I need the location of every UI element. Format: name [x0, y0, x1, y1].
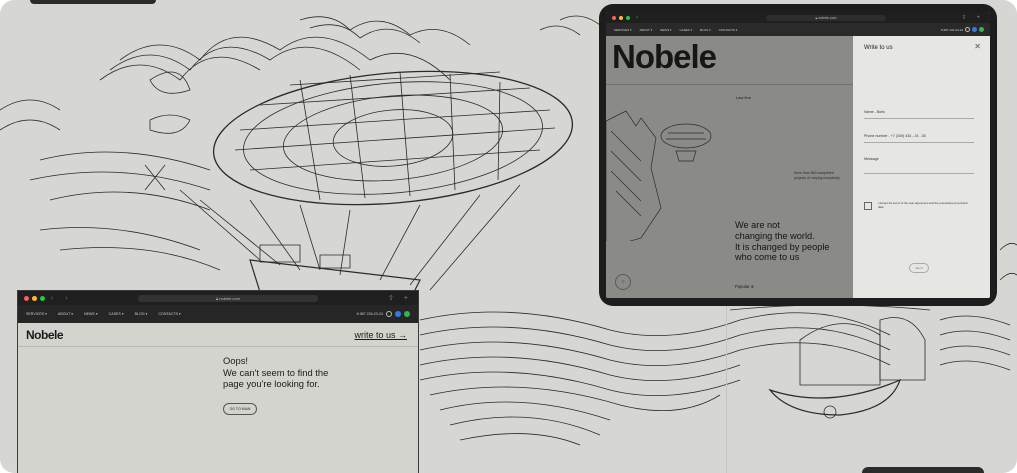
hero-line-3: It is changed by people: [735, 241, 830, 252]
nav-contacts[interactable]: CONTACTS ▾: [158, 312, 180, 316]
telegram-icon[interactable]: [395, 311, 401, 317]
nav-right-group: 8 987 234-23-24: [357, 311, 410, 317]
tablet-device: ‹ 🔒︎ nobele.com ⇧ + SERVICES ▾ ABOUT ▾ N…: [599, 4, 997, 306]
phone-field[interactable]: Phone number - +7 (349) 434 - 24 - 35: [864, 134, 974, 143]
whatsapp-icon[interactable]: [979, 27, 984, 32]
tablet-site-nav: SERVICES ▾ ABOUT ▾ NEWS ▾ CASES ▾ BLOG ▾…: [606, 23, 990, 36]
maximize-window-dot[interactable]: [40, 295, 45, 301]
nav-blog[interactable]: BLOG ▾: [135, 312, 148, 316]
phone-number[interactable]: 8 987 234-23-24: [357, 312, 383, 316]
nav-services[interactable]: SERVICES ▾: [614, 28, 631, 32]
cliff-illustration: [606, 110, 712, 241]
not-found-message: Oops! We can't seem to find the page you…: [223, 355, 393, 390]
hero-line-1: We are not: [735, 220, 780, 230]
nav-news[interactable]: NEWS ▾: [84, 312, 98, 316]
agree-checkbox[interactable]: [864, 202, 872, 210]
browser-chrome: ‹ › 🔒︎ nobele.com ⇧ +: [18, 291, 418, 305]
nav-news[interactable]: NEWS ▾: [660, 28, 671, 32]
back-forward-icon[interactable]: ‹ ›: [51, 295, 73, 302]
minimize-window-dot[interactable]: [619, 15, 623, 20]
nav-about[interactable]: ABOUT ▾: [58, 312, 73, 316]
hero-statement: We are not changing the world. It is cha…: [735, 220, 853, 263]
window-controls: [24, 295, 45, 301]
back-icon[interactable]: ‹: [636, 15, 643, 21]
url-text: nobele.com: [219, 295, 240, 301]
nav-about[interactable]: ABOUT ▾: [639, 28, 652, 32]
logo[interactable]: Nobele: [26, 328, 64, 342]
tablet-logo[interactable]: Nobele: [612, 38, 717, 76]
divider-line: [726, 300, 727, 473]
device-edge-bottom: [862, 467, 984, 473]
close-icon[interactable]: ✕: [974, 42, 981, 51]
form-title: Write to us: [864, 45, 893, 51]
write-to-us-link[interactable]: write to us →: [354, 330, 407, 340]
phone-number[interactable]: 8 987 234-23-24: [941, 28, 963, 32]
laptop-browser-window: ‹ › 🔒︎ nobele.com ⇧ + SERVICES ▾ ABOUT ▾…: [18, 291, 418, 473]
minimize-window-dot[interactable]: [32, 295, 37, 301]
call-icon[interactable]: [965, 27, 970, 32]
scroll-circle-icon[interactable]: ○: [615, 274, 631, 290]
showcase-canvas: ‹ › 🔒︎ nobele.com ⇧ + SERVICES ▾ ABOUT ▾…: [0, 0, 1017, 473]
send-button[interactable]: Send: [909, 263, 929, 273]
popular-link[interactable]: Popular ⊕: [735, 284, 754, 289]
device-edge-top: [30, 0, 156, 4]
tablet-screen: ‹ 🔒︎ nobele.com ⇧ + SERVICES ▾ ABOUT ▾ N…: [606, 12, 990, 298]
hero-line-2: changing the world.: [735, 230, 815, 241]
projects-caption: More than 850 completed projects of vary…: [794, 171, 840, 180]
call-icon[interactable]: [386, 311, 392, 317]
close-window-dot[interactable]: [612, 15, 616, 20]
whatsapp-icon[interactable]: [404, 311, 410, 317]
agreement-text: I accept the terms of the user agreement…: [878, 201, 968, 209]
tablet-window-controls: [612, 15, 630, 20]
close-window-dot[interactable]: [24, 295, 29, 301]
tablet-page-content: Nobele Law firm More than 850 completed …: [606, 36, 990, 298]
oops-line-1: Oops!: [223, 355, 249, 366]
share-plus-icons[interactable]: ⇧ +: [388, 294, 412, 302]
hero-section: Nobele Law firm More than 850 completed …: [606, 36, 853, 298]
site-nav: SERVICES ▾ ABOUT ▾ NEWS ▾ CASES ▾ BLOG ▾…: [18, 305, 418, 323]
tablet-nav-right-group: 8 987 234-23-24: [941, 27, 984, 32]
nav-blog[interactable]: BLOG ▾: [700, 28, 711, 32]
oops-line-3: page you're looking for.: [223, 378, 320, 390]
go-to-main-button[interactable]: GO TO MAIN: [223, 403, 257, 415]
message-field[interactable]: Message: [864, 157, 974, 174]
hero-divider: [606, 84, 853, 85]
tablet-address-bar[interactable]: 🔒︎ nobele.com: [766, 14, 886, 21]
nav-cases[interactable]: CASES ▾: [679, 28, 692, 32]
tablet-url-text: nobele.com: [818, 15, 837, 20]
address-bar[interactable]: 🔒︎ nobele.com: [138, 294, 318, 302]
share-plus-icons[interactable]: ⇧ +: [962, 14, 984, 21]
nav-contacts[interactable]: CONTACTS ▾: [719, 28, 738, 32]
nav-services[interactable]: SERVICES ▾: [26, 312, 47, 316]
name-field[interactable]: Name - Boris: [864, 110, 974, 119]
hero-line-4: who come to us: [735, 252, 800, 263]
maximize-window-dot[interactable]: [626, 15, 630, 20]
telegram-icon[interactable]: [972, 27, 977, 32]
law-firm-label: Law firm: [736, 95, 752, 100]
page-header: Nobele write to us →: [18, 323, 418, 347]
nav-cases[interactable]: CASES ▾: [109, 312, 124, 316]
contact-form-panel: Write to us ✕ Name - Boris Phone number …: [853, 36, 990, 298]
oops-line-2: We can't seem to find the: [223, 366, 329, 378]
tablet-browser-chrome: ‹ 🔒︎ nobele.com ⇧ +: [606, 12, 990, 23]
